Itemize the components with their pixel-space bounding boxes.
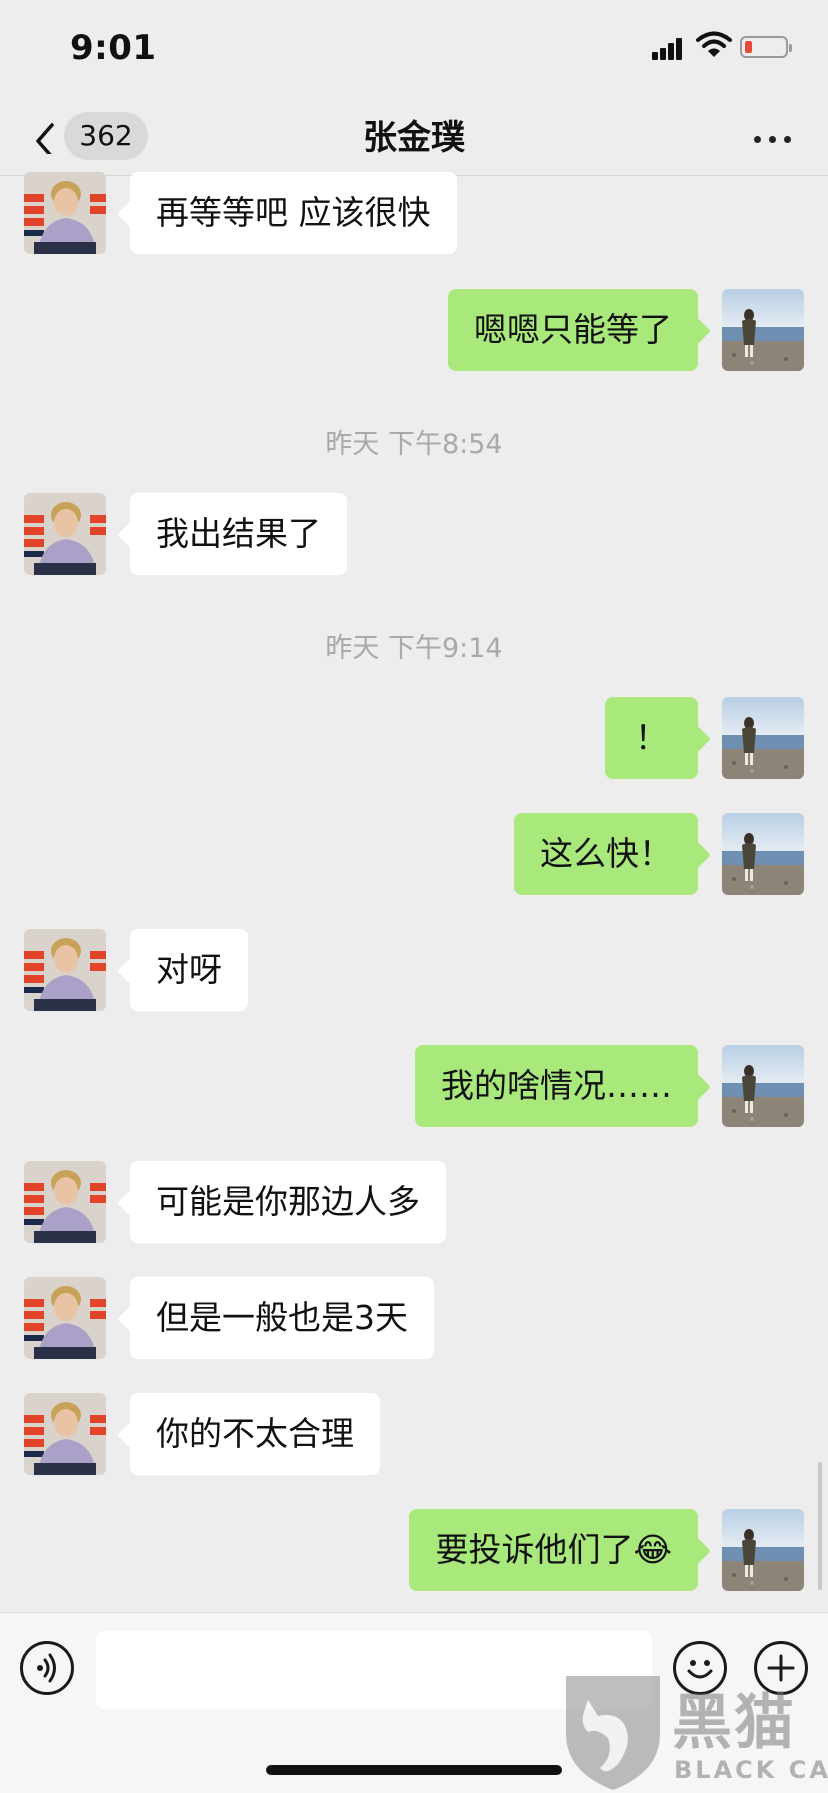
contact-avatar[interactable] (24, 1277, 106, 1359)
signal-icon (652, 36, 688, 60)
message-bubble-incoming[interactable]: 但是一般也是3天 (130, 1277, 434, 1359)
unread-badge: 362 (64, 112, 148, 160)
watermark-text-en: BLACK CAT (674, 1756, 828, 1784)
voice-button[interactable] (20, 1641, 74, 1695)
message-bubble-incoming[interactable]: 再等等吧 应该很快 (130, 172, 457, 254)
message-row: 再等等吧 应该很快 (0, 172, 828, 254)
timestamp: 昨天 下午8:54 (325, 429, 503, 460)
message-bubble-incoming[interactable]: 对呀 (130, 929, 248, 1011)
message-bubble-outgoing[interactable]: ！ (605, 697, 698, 779)
contact-avatar[interactable] (24, 172, 106, 254)
contact-avatar[interactable] (24, 1161, 106, 1243)
message-bubble-outgoing[interactable]: 我的啥情况…… (415, 1045, 698, 1127)
message-row: 可能是你那边人多 (0, 1161, 828, 1243)
back-button[interactable]: 362 (24, 112, 164, 162)
voice-icon (37, 1653, 56, 1683)
message-row: 我出结果了 (0, 493, 828, 575)
back-chevron-icon (36, 123, 54, 154)
battery-icon (740, 36, 792, 58)
my-avatar[interactable] (722, 697, 804, 779)
more-button[interactable] (748, 118, 798, 158)
wifi-icon (696, 31, 732, 57)
my-avatar[interactable] (722, 1509, 804, 1591)
message-row: 要投诉他们了😂 (0, 1509, 828, 1591)
my-avatar[interactable] (722, 1045, 804, 1127)
message-row: 但是一般也是3天 (0, 1277, 828, 1359)
message-row: 我的啥情况…… (0, 1045, 828, 1127)
message-bubble-outgoing[interactable]: 要投诉他们了😂 (409, 1509, 698, 1591)
watermark-text-cn: 黑猫 (672, 1688, 796, 1758)
message-bubble-outgoing[interactable]: 嗯嗯只能等了 (448, 289, 698, 371)
message-row: ！ (0, 697, 828, 779)
contact-avatar[interactable] (24, 1393, 106, 1475)
battery-level (745, 41, 752, 53)
contact-avatar[interactable] (24, 929, 106, 1011)
my-avatar[interactable] (722, 289, 804, 371)
home-indicator[interactable] (266, 1765, 562, 1775)
watermark-logo: 黑猫 BLACK CAT (556, 1672, 828, 1792)
my-avatar[interactable] (722, 813, 804, 895)
status-time: 9:01 (70, 28, 157, 68)
timestamp: 昨天 下午9:14 (325, 633, 503, 664)
message-row: 对呀 (0, 929, 828, 1011)
message-row: 你的不太合理 (0, 1393, 828, 1475)
contact-avatar[interactable] (24, 493, 106, 575)
chat-header: 362 张金璞 (0, 100, 828, 176)
message-row: 嗯嗯只能等了 (0, 289, 828, 371)
message-bubble-incoming[interactable]: 我出结果了 (130, 493, 347, 575)
message-bubble-incoming[interactable]: 可能是你那边人多 (130, 1161, 446, 1243)
message-bubble-incoming[interactable]: 你的不太合理 (130, 1393, 380, 1475)
scrollbar[interactable] (818, 1462, 822, 1590)
message-bubble-outgoing[interactable]: 这么快！ (514, 813, 698, 895)
message-row: 这么快！ (0, 813, 828, 895)
cat-shield-icon (566, 1676, 660, 1790)
status-bar: 9:01 (0, 0, 828, 100)
